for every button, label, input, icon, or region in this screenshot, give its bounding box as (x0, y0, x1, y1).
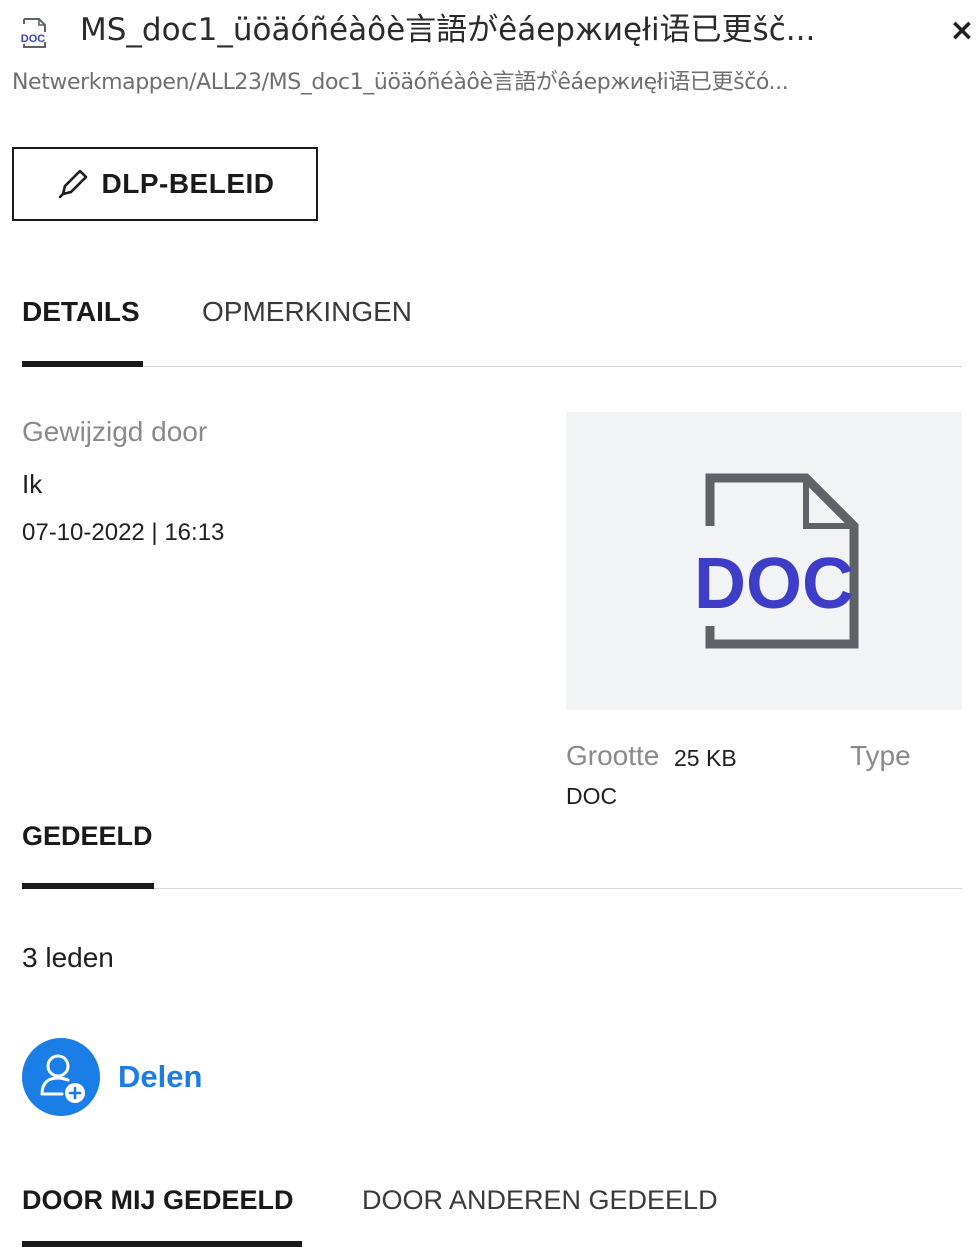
size-label: Grootte (566, 740, 660, 771)
doc-preview-icon: DOC (694, 473, 859, 649)
shared-title: GEDEELD (22, 821, 153, 851)
tab-shared-by-others[interactable]: DOOR ANDEREN GEDEELD (362, 1178, 718, 1222)
type-value: DOC (566, 783, 618, 809)
file-title: MS_doc1_üöäóñéàôè言語がêáержиęłi语已更šč... (80, 12, 816, 48)
modified-date: 07-10-2022 | 16:13 (22, 519, 225, 546)
tab-shared-by-me[interactable]: DOOR MIJ GEDEELD (22, 1178, 294, 1222)
pencil-icon (58, 169, 87, 199)
modified-by-label: Gewijzigd door (22, 416, 208, 447)
shared-tabs: DOOR MIJ GEDEELD DOOR ANDEREN GEDEELD (22, 1178, 962, 1247)
detail-tabs: DETAILS OPMERKINGEN (22, 290, 962, 367)
share-button-circle (22, 1038, 100, 1116)
share-button[interactable]: Delen (22, 1037, 202, 1117)
add-user-icon (40, 1054, 85, 1103)
modified-by-value: Ik (22, 469, 43, 499)
breadcrumb: Netwerkmappen/ALL23/MS_doc1_üöäóñéàôè言語が… (12, 70, 789, 95)
size-row: Grootte 25 KB Type (566, 734, 966, 778)
member-count: 3 leden (22, 942, 114, 973)
share-label: Delen (118, 1059, 203, 1094)
size-value: 25 KB (674, 745, 737, 771)
file-preview: DOC (566, 412, 962, 710)
shared-underline (22, 883, 154, 889)
tab-details[interactable]: DETAILS (22, 290, 140, 334)
dlp-policy-button[interactable]: DLP-BELEID (12, 147, 318, 221)
tab-comments[interactable]: OPMERKINGEN (202, 290, 412, 334)
close-button[interactable]: × (946, 13, 978, 49)
doc-file-icon: DOC (12, 18, 52, 48)
doc-file-icon-text: DOC (21, 33, 46, 45)
type-label: Type (850, 740, 911, 771)
shared-section: GEDEELD (22, 814, 962, 889)
doc-preview-text: DOC (694, 544, 854, 624)
tab-shared-by-me-underline (22, 1241, 302, 1247)
dlp-policy-label: DLP-BELEID (101, 168, 275, 199)
tab-details-underline (22, 361, 143, 367)
